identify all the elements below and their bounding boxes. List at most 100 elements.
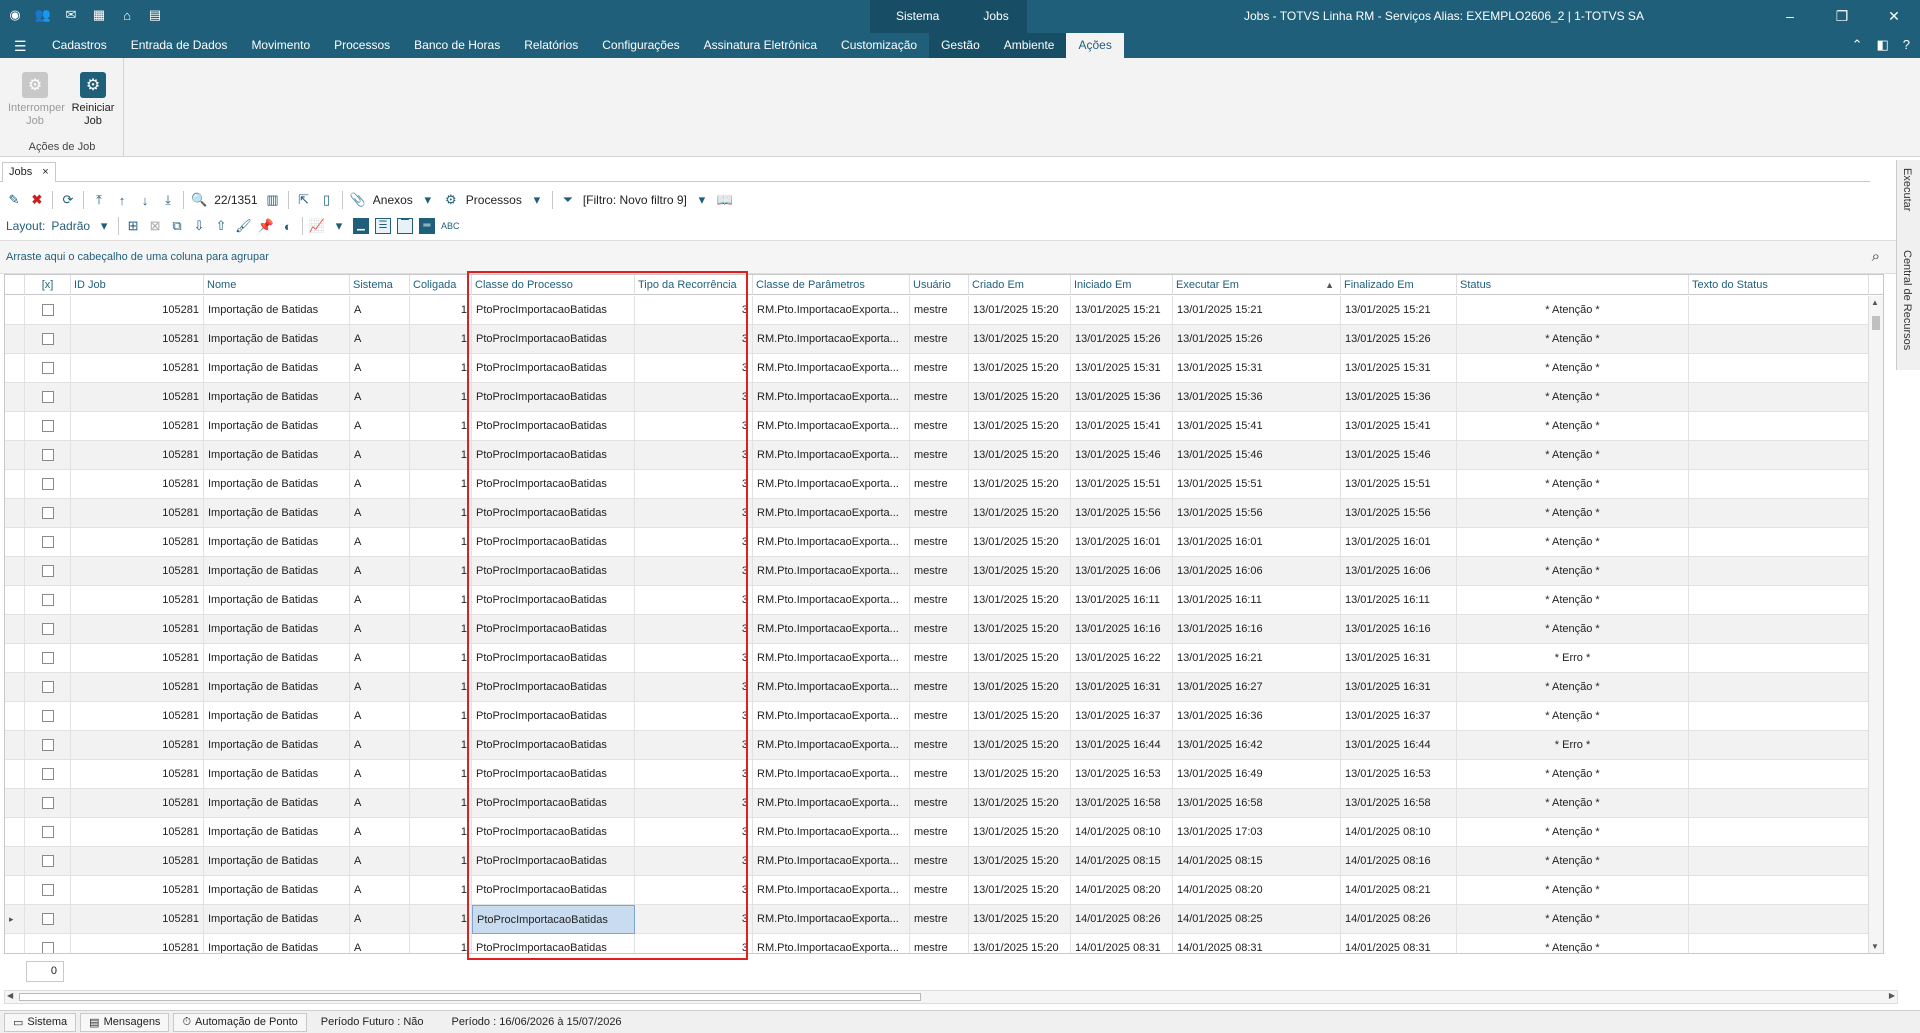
row-checkbox[interactable] <box>25 818 71 847</box>
tab-relatorios[interactable]: Relatórios <box>512 33 590 58</box>
reiniciar-job-button[interactable]: ⚙ Reiniciar Job <box>66 72 120 128</box>
row-checkbox[interactable] <box>25 586 71 615</box>
row-checkbox[interactable] <box>25 354 71 383</box>
column-header-tipo-recorrencia[interactable]: Tipo da Recorrência <box>635 275 753 295</box>
row-checkbox[interactable] <box>25 760 71 789</box>
table-row[interactable]: 105281 Importação de Batidas A 1 PtoProcImpo… <box>5 847 1881 876</box>
export-layout-icon[interactable]: ⇧ <box>213 218 229 234</box>
next-record-icon[interactable]: ↓ <box>137 193 153 208</box>
column-header-status[interactable]: Status <box>1457 275 1689 295</box>
table-row[interactable]: 105281 Importação de Batidas A 1 PtoProcImpo… <box>5 789 1881 818</box>
table-row[interactable]: 105281 Importação de Batidas A 1 PtoProcImpo… <box>5 296 1881 325</box>
row-checkbox[interactable] <box>25 847 71 876</box>
remove-layout-icon[interactable]: ⊠ <box>147 218 163 234</box>
copy-layout-icon[interactable]: ⧉ <box>169 218 185 234</box>
table-row[interactable]: 105281 Importação de Batidas A 1 PtoProcImpo… <box>5 644 1881 673</box>
table-row[interactable]: 105281 Importação de Batidas A 1 PtoProcImpo… <box>5 499 1881 528</box>
restore-button[interactable]: ❐ <box>1816 0 1868 33</box>
checkbox[interactable] <box>41 739 54 752</box>
delete-icon[interactable]: ✖ <box>29 192 45 208</box>
side-tab-executar[interactable]: Executar <box>1901 168 1913 211</box>
row-checkbox[interactable] <box>25 528 71 557</box>
chart-icon[interactable]: 📈 <box>309 218 325 234</box>
column-header-finalizado-em[interactable]: Finalizado Em <box>1341 275 1457 295</box>
chevron-down-icon[interactable]: ▾ <box>331 218 347 234</box>
row-checkbox[interactable] <box>25 702 71 731</box>
tab-gestao[interactable]: Gestão <box>929 33 992 58</box>
checkbox[interactable] <box>41 594 54 607</box>
tab-assinatura-eletronica[interactable]: Assinatura Eletrônica <box>692 33 829 58</box>
tab-movimento[interactable]: Movimento <box>239 33 322 58</box>
checkbox[interactable] <box>41 623 54 636</box>
context-tab-jobs[interactable]: Jobs <box>965 0 1027 33</box>
row-checkbox[interactable] <box>25 383 71 412</box>
book-icon[interactable]: 📖 <box>717 192 733 208</box>
checkbox[interactable] <box>41 304 54 317</box>
checkbox[interactable] <box>41 449 54 462</box>
app-menu-icon[interactable]: ☰ <box>14 38 27 55</box>
layout-bottom-panel-icon[interactable]: ▁ <box>352 218 369 234</box>
checkbox[interactable] <box>41 478 54 491</box>
layout-top-panel-icon[interactable]: ▔ <box>396 218 413 234</box>
close-button[interactable]: ✕ <box>1868 0 1920 33</box>
table-row[interactable]: 105281 Importação de Batidas A 1 PtoProcImpo… <box>5 818 1881 847</box>
anexos-dropdown[interactable]: Anexos <box>373 193 413 207</box>
statusbar-sistema[interactable]: ▭ Sistema <box>4 1012 77 1032</box>
export-icon[interactable]: ⇱ <box>296 192 312 208</box>
row-checkbox[interactable] <box>25 412 71 441</box>
checkbox[interactable] <box>41 681 54 694</box>
layout-split-icon[interactable]: ☰ <box>374 218 391 234</box>
checkbox[interactable] <box>41 391 54 404</box>
checkbox[interactable] <box>41 333 54 346</box>
tab-configuracoes[interactable]: Configurações <box>590 33 691 58</box>
document-icon[interactable]: ▯ <box>319 192 335 208</box>
tab-acoes[interactable]: Ações <box>1066 33 1124 58</box>
minimize-button[interactable]: – <box>1764 0 1816 33</box>
app-logo-icon[interactable]: ◉ <box>6 6 24 24</box>
row-checkbox[interactable] <box>25 470 71 499</box>
table-row[interactable]: 105281 Importação de Batidas A 1 PtoProcImpo… <box>5 441 1881 470</box>
table-row[interactable]: 105281 Importação de Batidas A 1 PtoProcImpo… <box>5 876 1881 905</box>
table-row[interactable]: 105281 Importação de Batidas A 1 PtoProcImpo… <box>5 934 1881 953</box>
columns-icon[interactable]: ▥ <box>265 192 281 208</box>
row-checkbox[interactable] <box>25 615 71 644</box>
first-record-icon[interactable]: ⤒ <box>91 192 107 208</box>
table-row[interactable]: 105281 Importação de Batidas A 1 PtoProcImpo… <box>5 731 1881 760</box>
help-icon[interactable]: ? <box>1903 37 1910 53</box>
row-checkbox[interactable] <box>25 876 71 905</box>
scroll-thumb[interactable] <box>1872 316 1880 330</box>
tab-banco-de-horas[interactable]: Banco de Horas <box>402 33 512 58</box>
checkbox[interactable] <box>41 884 54 897</box>
column-header-select[interactable]: [x] <box>25 275 71 295</box>
table-row[interactable]: 105281 Importação de Batidas A 1 PtoProcImpo… <box>5 673 1881 702</box>
vertical-scrollbar[interactable]: ▲ ▼ <box>1868 296 1883 953</box>
doc-tab-close-icon[interactable]: × <box>42 163 48 182</box>
checkbox[interactable] <box>41 855 54 868</box>
chevron-down-icon[interactable]: ▾ <box>694 192 710 208</box>
row-checkbox[interactable] <box>25 296 71 325</box>
pin-icon[interactable]: 📌 <box>258 218 274 234</box>
column-header-id-job[interactable]: ID Job <box>71 275 204 295</box>
layout-icon[interactable]: ◧ <box>1876 37 1888 53</box>
table-row[interactable]: 105281 Importação de Batidas A 1 PtoProcImpo… <box>5 325 1881 354</box>
chevron-down-icon[interactable]: ▾ <box>96 218 112 234</box>
layout-middle-panel-icon[interactable]: ═ <box>418 218 435 234</box>
row-checkbox[interactable] <box>25 731 71 760</box>
column-header-nome[interactable]: Nome <box>204 275 350 295</box>
previous-record-icon[interactable]: ↑ <box>114 193 130 208</box>
column-header-iniciado-em[interactable]: Iniciado Em <box>1071 275 1173 295</box>
calendar-icon[interactable]: ▦ <box>90 6 108 24</box>
row-checkbox[interactable] <box>25 905 71 934</box>
spellcheck-icon[interactable]: ABC <box>441 221 460 231</box>
scroll-right-arrow-icon[interactable]: ▶ <box>1889 991 1895 1000</box>
mail-icon[interactable]: ✉ <box>62 6 80 24</box>
row-checkbox[interactable] <box>25 934 71 953</box>
tab-processos[interactable]: Processos <box>322 33 402 58</box>
column-header-texto-do-status[interactable]: Texto do Status <box>1689 275 1869 295</box>
side-tab-central-de-recursos[interactable]: Central de Recursos <box>1901 250 1913 350</box>
calculator-icon[interactable]: ▤ <box>146 6 164 24</box>
checkbox[interactable] <box>41 797 54 810</box>
horizontal-scrollbar[interactable]: ◀ ▶ <box>4 990 1898 1004</box>
column-header-sistema[interactable]: Sistema <box>350 275 410 295</box>
row-checkbox[interactable] <box>25 499 71 528</box>
